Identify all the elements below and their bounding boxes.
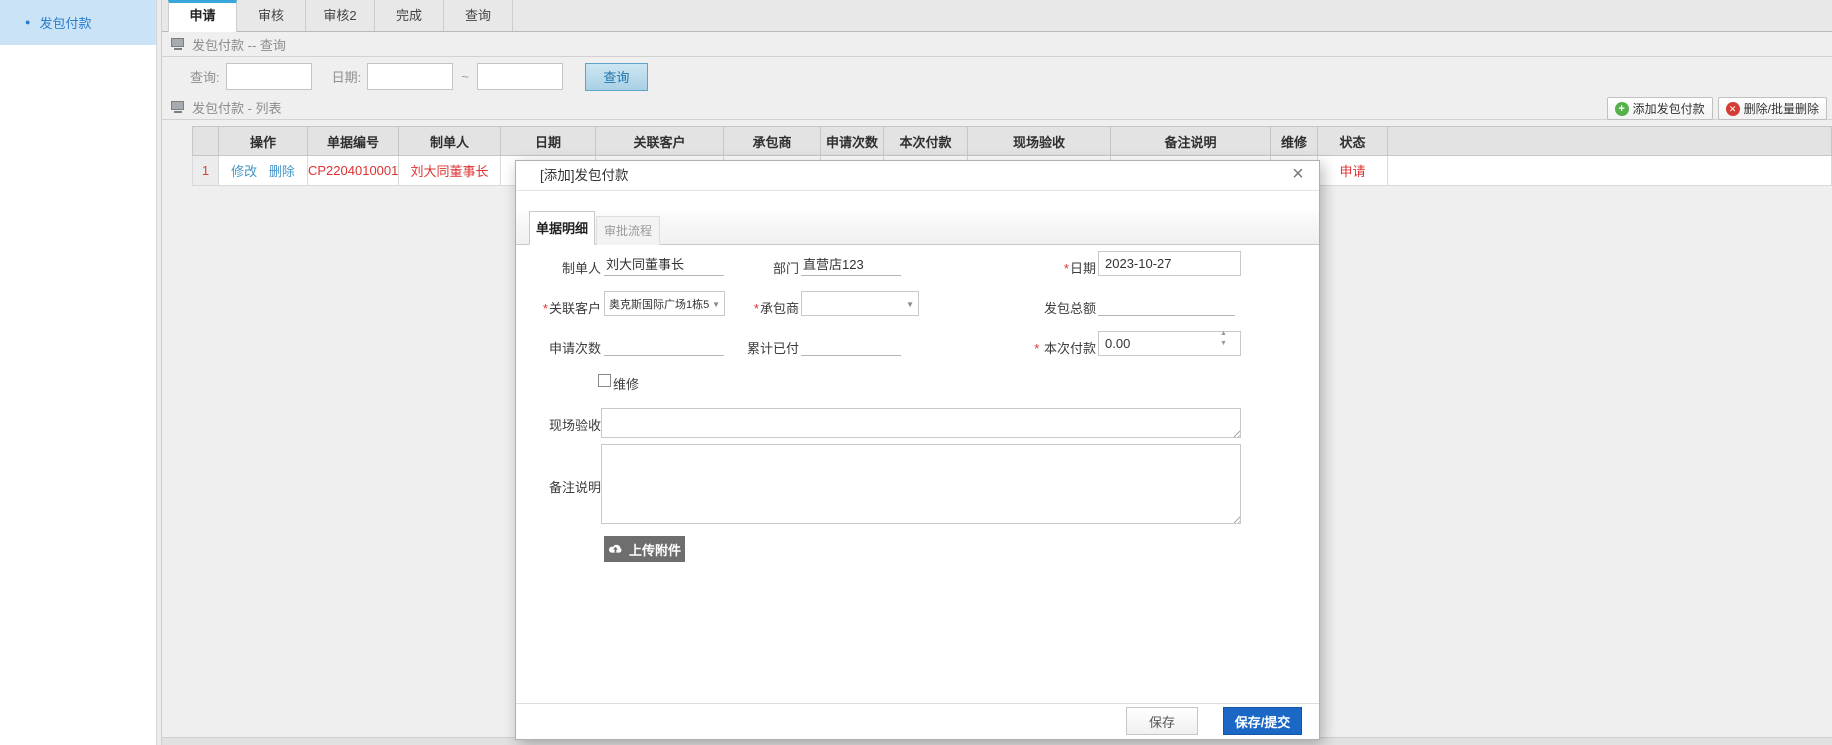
table-header-row: 操作 单据编号 制单人 日期 关联客户 承包商 申请次数 本次付款 现场验收 备…	[193, 127, 1832, 156]
col-payment: 本次付款	[884, 127, 968, 156]
date-label: *日期	[976, 258, 1096, 277]
delete-batch-button[interactable]: ✕ 删除/批量删除	[1718, 97, 1827, 120]
acceptance-label: 现场验收	[516, 415, 601, 434]
tab-query[interactable]: 查询	[444, 0, 513, 31]
col-creator: 制单人	[399, 127, 501, 156]
list-toolbar: + 添加发包付款 ✕ 删除/批量删除	[1607, 97, 1827, 120]
date-to-input[interactable]	[477, 63, 563, 90]
spinner-down-icon[interactable]: ▼	[1220, 341, 1227, 347]
tab-approval-flow[interactable]: 审批流程	[596, 216, 660, 245]
save-button[interactable]: 保存	[1126, 707, 1198, 735]
chevron-down-icon: ▼	[906, 300, 914, 309]
query-section-title: 发包付款 -- 查询	[192, 35, 286, 54]
col-date: 日期	[501, 127, 596, 156]
col-doc-no: 单据编号	[308, 127, 399, 156]
query-keyword-input[interactable]	[226, 63, 312, 90]
repair-label: 维修	[613, 374, 639, 393]
delete-link[interactable]: 删除	[269, 164, 295, 179]
query-label: 查询:	[190, 67, 220, 86]
row-actions: 修改 删除	[219, 156, 308, 186]
row-creator: 刘大同董事长	[399, 156, 501, 186]
dialog-title: [添加]发包付款	[516, 161, 1319, 191]
add-payment-label: 添加发包付款	[1633, 100, 1705, 117]
payment-label: * 本次付款	[976, 338, 1096, 357]
spinner-arrows[interactable]: ▲ ▼	[1220, 331, 1227, 347]
dialog-tab-strip: 单据明细 审批流程	[516, 211, 1319, 245]
department-field[interactable]	[801, 251, 901, 276]
total-amount-field[interactable]	[1098, 291, 1235, 316]
sidebar-item-contract-payment[interactable]: ● 发包付款	[0, 0, 156, 45]
delete-circle-icon: ✕	[1726, 102, 1740, 116]
list-section-title: 发包付款 - 列表	[192, 98, 282, 117]
upload-attachment-label: 上传附件	[629, 540, 681, 559]
upload-attachment-button[interactable]: 上传附件	[604, 536, 685, 562]
date-from-input[interactable]	[367, 63, 453, 90]
tab-apply[interactable]: 申请	[168, 0, 237, 32]
repair-checkbox[interactable]	[598, 374, 611, 387]
date-label: 日期:	[332, 67, 362, 86]
edit-link[interactable]: 修改	[231, 164, 257, 179]
range-separator: ~	[461, 69, 469, 84]
col-customer: 关联客户	[596, 127, 724, 156]
customer-select[interactable]: 奥克斯国际广场1栋5单 ▼	[604, 291, 725, 316]
col-repair: 维修	[1271, 127, 1318, 156]
close-icon[interactable]: ×	[1287, 163, 1309, 186]
sidebar: ● 发包付款	[0, 0, 156, 745]
creator-label: 制单人	[516, 258, 601, 277]
add-circle-icon: +	[1615, 102, 1629, 116]
app-screen: ● 发包付款 申请 审核 审核2 完成 查询 发包付款 -- 查询 查询: 日期…	[0, 0, 1832, 745]
col-status: 状态	[1318, 127, 1388, 156]
contractor-label: *承包商	[716, 298, 799, 317]
remark-textarea[interactable]	[601, 444, 1241, 524]
col-contractor: 承包商	[724, 127, 821, 156]
apply-count-field[interactable]	[604, 331, 724, 356]
dialog-footer-divider	[516, 703, 1319, 704]
tab-review[interactable]: 审核	[237, 0, 306, 31]
sidebar-item-label: 发包付款	[39, 13, 91, 32]
col-acceptance: 现场验收	[968, 127, 1111, 156]
col-filler	[1388, 127, 1832, 156]
department-label: 部门	[716, 258, 799, 277]
row-number: 1	[193, 156, 219, 186]
customer-label: *关联客户	[516, 298, 601, 317]
row-doc-no: CP2204010001	[308, 156, 399, 186]
monitor-icon	[170, 38, 185, 51]
col-rownum	[193, 127, 219, 156]
col-apply-count: 申请次数	[821, 127, 884, 156]
bullet-icon: ●	[25, 18, 30, 27]
spinner-up-icon[interactable]: ▲	[1220, 331, 1227, 337]
total-amount-label: 发包总额	[976, 298, 1096, 317]
row-status: 申请	[1318, 156, 1388, 186]
add-payment-dialog: [添加]发包付款 × 单据明细 审批流程 制单人 部门 *日期 *关联客户 奥克…	[515, 160, 1320, 740]
delete-batch-label: 删除/批量删除	[1744, 100, 1819, 117]
row-filler	[1388, 156, 1832, 186]
cloud-upload-icon	[608, 543, 623, 555]
list-section-header: 发包付款 - 列表	[162, 95, 1832, 120]
search-button[interactable]: 查询	[585, 63, 648, 91]
main-tab-bar: 申请 审核 审核2 完成 查询	[162, 0, 1832, 32]
save-submit-button[interactable]: 保存/提交	[1223, 707, 1302, 735]
tab-complete[interactable]: 完成	[375, 0, 444, 31]
col-remark: 备注说明	[1111, 127, 1271, 156]
paid-total-label: 累计已付	[716, 338, 799, 357]
tab-detail[interactable]: 单据明细	[529, 211, 595, 245]
remark-label: 备注说明	[516, 477, 601, 496]
add-payment-button[interactable]: + 添加发包付款	[1607, 97, 1713, 120]
date-field[interactable]	[1098, 251, 1241, 276]
monitor-icon	[170, 101, 185, 114]
customer-select-value: 奥克斯国际广场1栋5单	[609, 296, 710, 312]
query-section-header: 发包付款 -- 查询	[162, 32, 1832, 57]
apply-count-label: 申请次数	[516, 338, 601, 357]
contractor-select[interactable]: ▼	[801, 291, 919, 316]
col-actions: 操作	[219, 127, 308, 156]
paid-total-field[interactable]	[801, 331, 901, 356]
acceptance-textarea[interactable]	[601, 408, 1241, 438]
creator-field[interactable]	[604, 251, 724, 276]
query-form: 查询: 日期: ~ 查询	[162, 58, 1832, 95]
tab-review2[interactable]: 审核2	[306, 0, 375, 31]
